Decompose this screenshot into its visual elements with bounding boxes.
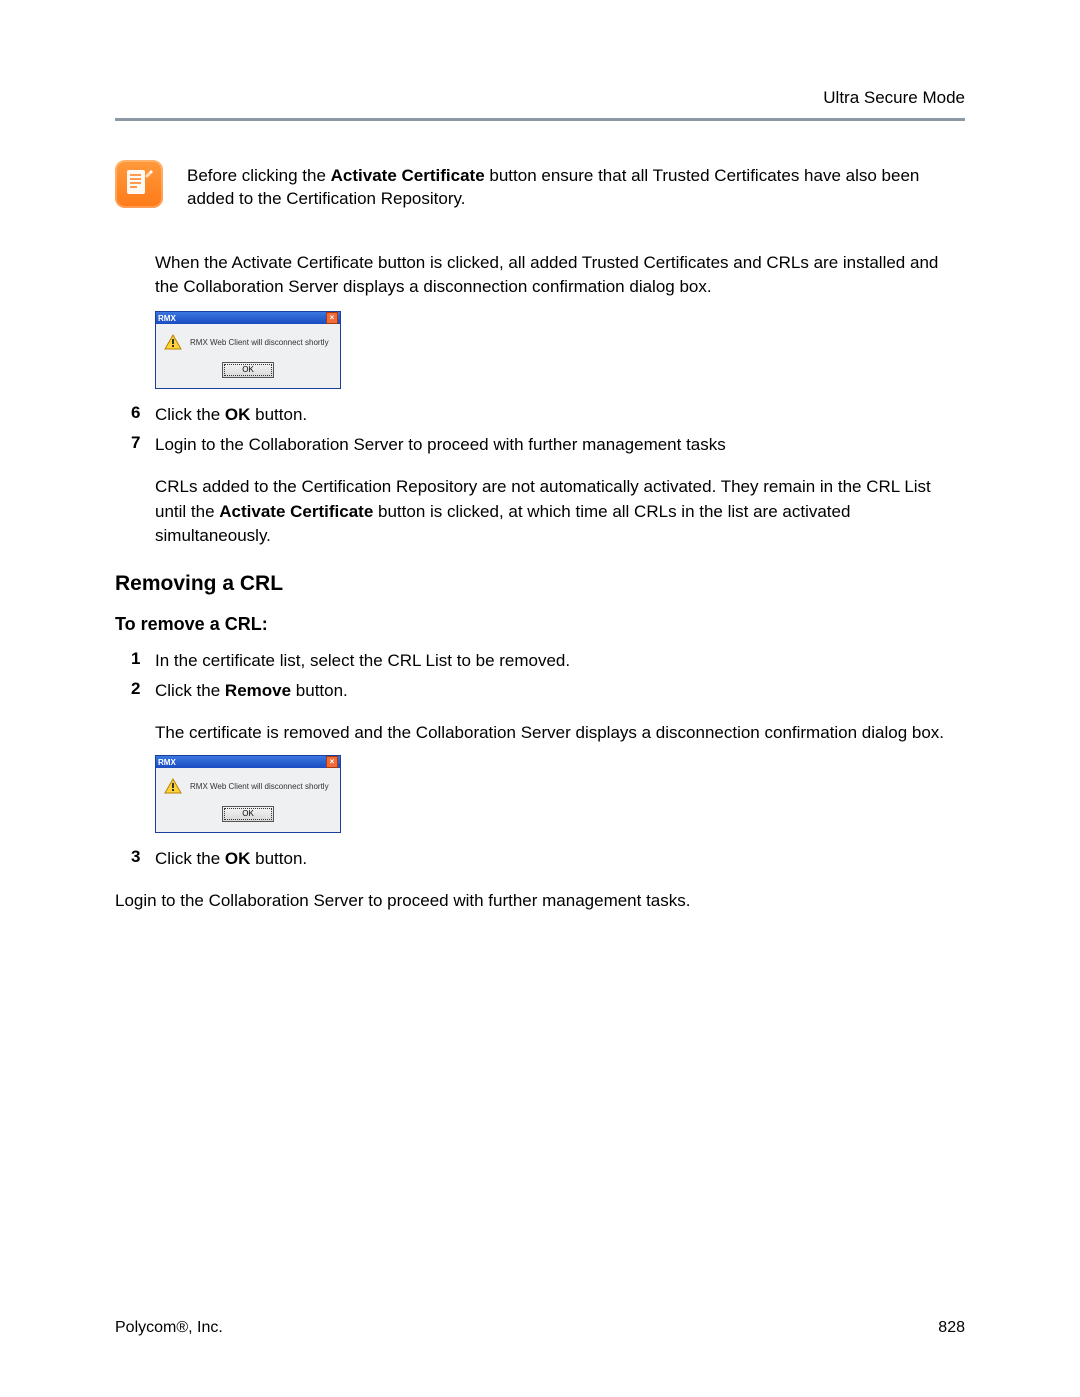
dialog-message: RMX Web Client will disconnect shortly xyxy=(190,782,329,791)
rmx-dialog-1: RMX × RMX Web Client will disconnect sho… xyxy=(155,311,341,389)
page-content: Before clicking the Activate Certificate… xyxy=(115,160,965,925)
step-1: 1 In the certificate list, select the CR… xyxy=(115,649,965,673)
dialog-body: RMX Web Client will disconnect shortly xyxy=(156,324,340,358)
steps-list-a: 6 Click the OK button. 7 Login to the Co… xyxy=(115,403,965,457)
footer-page-number: 828 xyxy=(938,1319,965,1337)
footer-company-post: , Inc. xyxy=(188,1319,223,1336)
step-number: 6 xyxy=(115,403,155,423)
page-footer: Polycom®, Inc. 828 xyxy=(115,1319,965,1337)
dialog-button-row: OK xyxy=(156,358,340,388)
step-7: 7 Login to the Collaboration Server to p… xyxy=(115,433,965,457)
registered-icon: ® xyxy=(176,1319,188,1336)
steps-list-b: 1 In the certificate list, select the CR… xyxy=(115,649,965,703)
step-3: 3 Click the OK button. xyxy=(115,847,965,871)
step2-post: button. xyxy=(291,681,348,700)
step6-post: button. xyxy=(250,405,307,424)
step1-text: In the certificate list, select the CRL … xyxy=(155,649,965,673)
subheading: To remove a CRL: xyxy=(115,614,965,635)
dialog-title: RMX xyxy=(158,314,176,323)
dialog-message: RMX Web Client will disconnect shortly xyxy=(190,338,329,347)
dialog-titlebar: RMX × xyxy=(156,756,340,768)
warning-icon xyxy=(164,334,182,350)
step6-pre: Click the xyxy=(155,405,225,424)
dialog-title: RMX xyxy=(158,758,176,767)
step7-text: Login to the Collaboration Server to pro… xyxy=(155,433,965,457)
step-number: 2 xyxy=(115,679,155,699)
step-number: 3 xyxy=(115,847,155,867)
dialog-button-row: OK xyxy=(156,802,340,832)
note-bold: Activate Certificate xyxy=(331,166,485,185)
step6-bold: OK xyxy=(225,405,251,424)
step3-post: button. xyxy=(250,849,307,868)
step-number: 7 xyxy=(115,433,155,453)
intro-paragraph: When the Activate Certificate button is … xyxy=(155,251,965,299)
section-heading: Removing a CRL xyxy=(115,572,965,596)
note-pre: Before clicking the xyxy=(187,166,331,185)
step-number: 1 xyxy=(115,649,155,669)
ok-button: OK xyxy=(222,362,274,378)
document-page: Ultra Secure Mode Before clicking the Ac… xyxy=(0,0,1080,1397)
step3-bold: OK xyxy=(225,849,251,868)
footer-company-pre: Polycom xyxy=(115,1319,176,1336)
step-6: 6 Click the OK button. xyxy=(115,403,965,427)
step7-follow-bold: Activate Certificate xyxy=(219,502,373,521)
step7-follow: CRLs added to the Certification Reposito… xyxy=(155,475,965,547)
dialog-body: RMX Web Client will disconnect shortly xyxy=(156,768,340,802)
closing-line: Login to the Collaboration Server to pro… xyxy=(115,889,965,913)
step-2: 2 Click the Remove button. xyxy=(115,679,965,703)
note-icon xyxy=(115,160,163,208)
note-block: Before clicking the Activate Certificate… xyxy=(115,160,965,211)
step3-pre: Click the xyxy=(155,849,225,868)
note-text: Before clicking the Activate Certificate… xyxy=(187,160,965,211)
close-icon: × xyxy=(326,312,338,324)
page-header-title: Ultra Secure Mode xyxy=(823,88,965,108)
steps-list-b2: 3 Click the OK button. xyxy=(115,847,965,871)
footer-left: Polycom®, Inc. xyxy=(115,1319,223,1337)
step2-follow: The certificate is removed and the Colla… xyxy=(155,721,965,745)
header-divider xyxy=(115,118,965,121)
dialog-titlebar: RMX × xyxy=(156,312,340,324)
close-icon: × xyxy=(326,756,338,768)
step2-pre: Click the xyxy=(155,681,225,700)
rmx-dialog-2: RMX × RMX Web Client will disconnect sho… xyxy=(155,755,341,833)
warning-icon xyxy=(164,778,182,794)
step2-bold: Remove xyxy=(225,681,291,700)
ok-button: OK xyxy=(222,806,274,822)
